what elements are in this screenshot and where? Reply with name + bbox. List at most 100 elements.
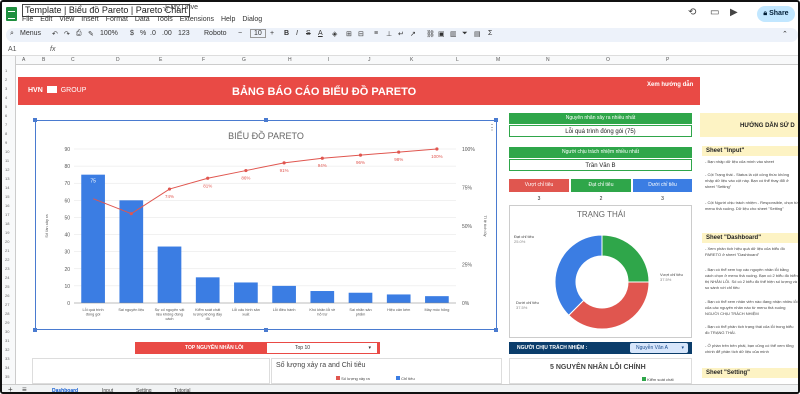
tab-dashboard[interactable]: Dashboard bbox=[52, 388, 78, 392]
menu-file[interactable]: File bbox=[22, 16, 33, 23]
zoom-select[interactable]: 100% bbox=[100, 30, 118, 37]
row-number[interactable]: 24 bbox=[5, 275, 9, 280]
filter-views-icon[interactable]: ▤ bbox=[474, 30, 481, 38]
font-size-input[interactable]: 10 bbox=[250, 29, 266, 38]
row-number[interactable]: 29 bbox=[5, 320, 9, 325]
row-number[interactable]: 32 bbox=[5, 347, 9, 352]
increase-decimal[interactable]: .00 bbox=[162, 30, 172, 37]
column-header[interactable]: E bbox=[159, 57, 162, 63]
filter-icon[interactable]: ⏷ bbox=[462, 30, 468, 38]
resize-handle[interactable] bbox=[494, 118, 498, 122]
row-number[interactable]: 11 bbox=[5, 158, 9, 163]
column-header[interactable]: G bbox=[242, 57, 246, 63]
row-number[interactable]: 9 bbox=[5, 140, 7, 145]
fill-color-icon[interactable]: ◈ bbox=[332, 30, 337, 38]
resize-handle[interactable] bbox=[494, 328, 498, 332]
font-size-increase[interactable]: + bbox=[270, 30, 274, 37]
row-number[interactable]: 20 bbox=[5, 239, 9, 244]
wrap-icon[interactable]: ↵ bbox=[398, 30, 404, 38]
top-causes-dropdown[interactable]: Top 10 ▾ bbox=[267, 343, 377, 353]
menu-insert[interactable]: Insert bbox=[81, 16, 99, 23]
decrease-decimal[interactable]: .0 bbox=[150, 30, 156, 37]
menu-edit[interactable]: Edit bbox=[40, 16, 52, 23]
chart-menu-icon[interactable]: ⋮ bbox=[488, 123, 496, 132]
row-number[interactable]: 33 bbox=[5, 356, 9, 361]
link-icon[interactable]: ⛓ bbox=[426, 30, 435, 38]
row-number[interactable]: 27 bbox=[5, 302, 9, 307]
chart-icon[interactable]: ▥ bbox=[450, 30, 457, 38]
row-number[interactable]: 3 bbox=[5, 86, 7, 91]
meet-icon[interactable]: ▶ bbox=[730, 7, 738, 18]
status-donut-chart[interactable]: Đạt chỉ tiêu25.0%Vượt chỉ tiêu37.5%Dưới … bbox=[510, 220, 691, 336]
strikethrough-button[interactable]: S bbox=[306, 30, 311, 37]
row-number[interactable]: 13 bbox=[5, 176, 9, 181]
functions-button[interactable]: Σ bbox=[488, 30, 492, 37]
all-sheets-icon[interactable]: ≡ bbox=[22, 385, 27, 392]
borders-icon[interactable]: ⊞ bbox=[346, 30, 352, 38]
search-menus-icon[interactable]: ⌕ bbox=[10, 30, 14, 38]
row-number[interactable]: 34 bbox=[5, 365, 9, 370]
undo-icon[interactable]: ↶ bbox=[52, 30, 58, 38]
resize-handle[interactable] bbox=[33, 328, 37, 332]
row-number[interactable]: 10 bbox=[5, 149, 9, 154]
menu-data[interactable]: Data bbox=[135, 16, 150, 23]
font-select[interactable]: Roboto bbox=[204, 30, 227, 37]
tab-input[interactable]: Input bbox=[102, 388, 113, 392]
row-number[interactable]: 30 bbox=[5, 329, 9, 334]
column-header[interactable]: B bbox=[42, 57, 45, 63]
row-number[interactable]: 22 bbox=[5, 257, 9, 262]
tab-setting[interactable]: Setting bbox=[136, 388, 152, 392]
row-number[interactable]: 5 bbox=[5, 104, 7, 109]
row-number[interactable]: 6 bbox=[5, 113, 7, 118]
column-header[interactable]: M bbox=[496, 57, 500, 63]
row-number[interactable]: 7 bbox=[5, 122, 7, 127]
comment-icon[interactable]: ▭ bbox=[710, 7, 719, 18]
drive-location[interactable]: ▫ My Drive bbox=[166, 4, 198, 11]
rotate-icon[interactable]: ↗ bbox=[410, 30, 416, 38]
row-number[interactable]: 21 bbox=[5, 248, 9, 253]
row-number[interactable]: 31 bbox=[5, 338, 9, 343]
menu-view[interactable]: View bbox=[59, 16, 74, 23]
menu-tools[interactable]: Tools bbox=[156, 16, 172, 23]
italic-button[interactable]: I bbox=[296, 30, 298, 37]
history-icon[interactable]: ⟲ bbox=[688, 7, 696, 18]
column-header[interactable]: L bbox=[456, 57, 459, 63]
column-header[interactable]: O bbox=[606, 57, 610, 63]
row-number[interactable]: 28 bbox=[5, 311, 9, 316]
column-header[interactable]: K bbox=[410, 57, 413, 63]
print-icon[interactable]: ⎙ bbox=[76, 30, 82, 38]
paint-format-icon[interactable]: ✎ bbox=[88, 30, 94, 38]
tab-tutorial[interactable]: Tutorial bbox=[174, 388, 191, 392]
row-number[interactable]: 4 bbox=[5, 95, 7, 100]
currency-format[interactable]: $ bbox=[130, 30, 134, 37]
search-menus-label[interactable]: Menus bbox=[20, 30, 41, 37]
text-color-button[interactable]: A bbox=[318, 30, 323, 37]
add-sheet-icon[interactable]: + bbox=[8, 385, 13, 392]
menu-help[interactable]: Help bbox=[221, 16, 235, 23]
row-number[interactable]: 23 bbox=[5, 266, 9, 271]
column-header[interactable]: A bbox=[22, 57, 25, 63]
resize-handle[interactable] bbox=[264, 118, 268, 122]
row-number[interactable]: 19 bbox=[5, 230, 9, 235]
row-number[interactable]: 17 bbox=[5, 212, 9, 217]
row-number[interactable]: 16 bbox=[5, 203, 9, 208]
row-number[interactable]: 2 bbox=[5, 77, 7, 82]
column-header[interactable]: F bbox=[202, 57, 205, 63]
column-header[interactable]: C bbox=[71, 57, 75, 63]
row-number[interactable]: 14 bbox=[5, 185, 9, 190]
column-header[interactable]: J bbox=[368, 57, 371, 63]
merge-icon[interactable]: ⊟ bbox=[358, 30, 364, 38]
column-header[interactable]: I bbox=[328, 57, 329, 63]
bold-button[interactable]: B bbox=[284, 30, 289, 37]
valign-icon[interactable]: ⊥ bbox=[386, 30, 392, 38]
percent-format[interactable]: % bbox=[140, 30, 146, 37]
menu-dialog[interactable]: Dialog bbox=[242, 16, 262, 23]
resize-handle[interactable] bbox=[264, 328, 268, 332]
column-header[interactable]: H bbox=[288, 57, 292, 63]
row-number[interactable]: 15 bbox=[5, 194, 9, 199]
redo-icon[interactable]: ↷ bbox=[64, 30, 70, 38]
name-box[interactable]: A1 bbox=[8, 46, 17, 53]
pareto-chart[interactable]: BIỂU ĐỒ PARETO 0 10 20 30 40 50 60 70 80 90 0% 25% 50… bbox=[36, 121, 496, 329]
column-header[interactable]: P bbox=[666, 57, 669, 63]
align-icon[interactable]: ≡ bbox=[374, 30, 378, 37]
